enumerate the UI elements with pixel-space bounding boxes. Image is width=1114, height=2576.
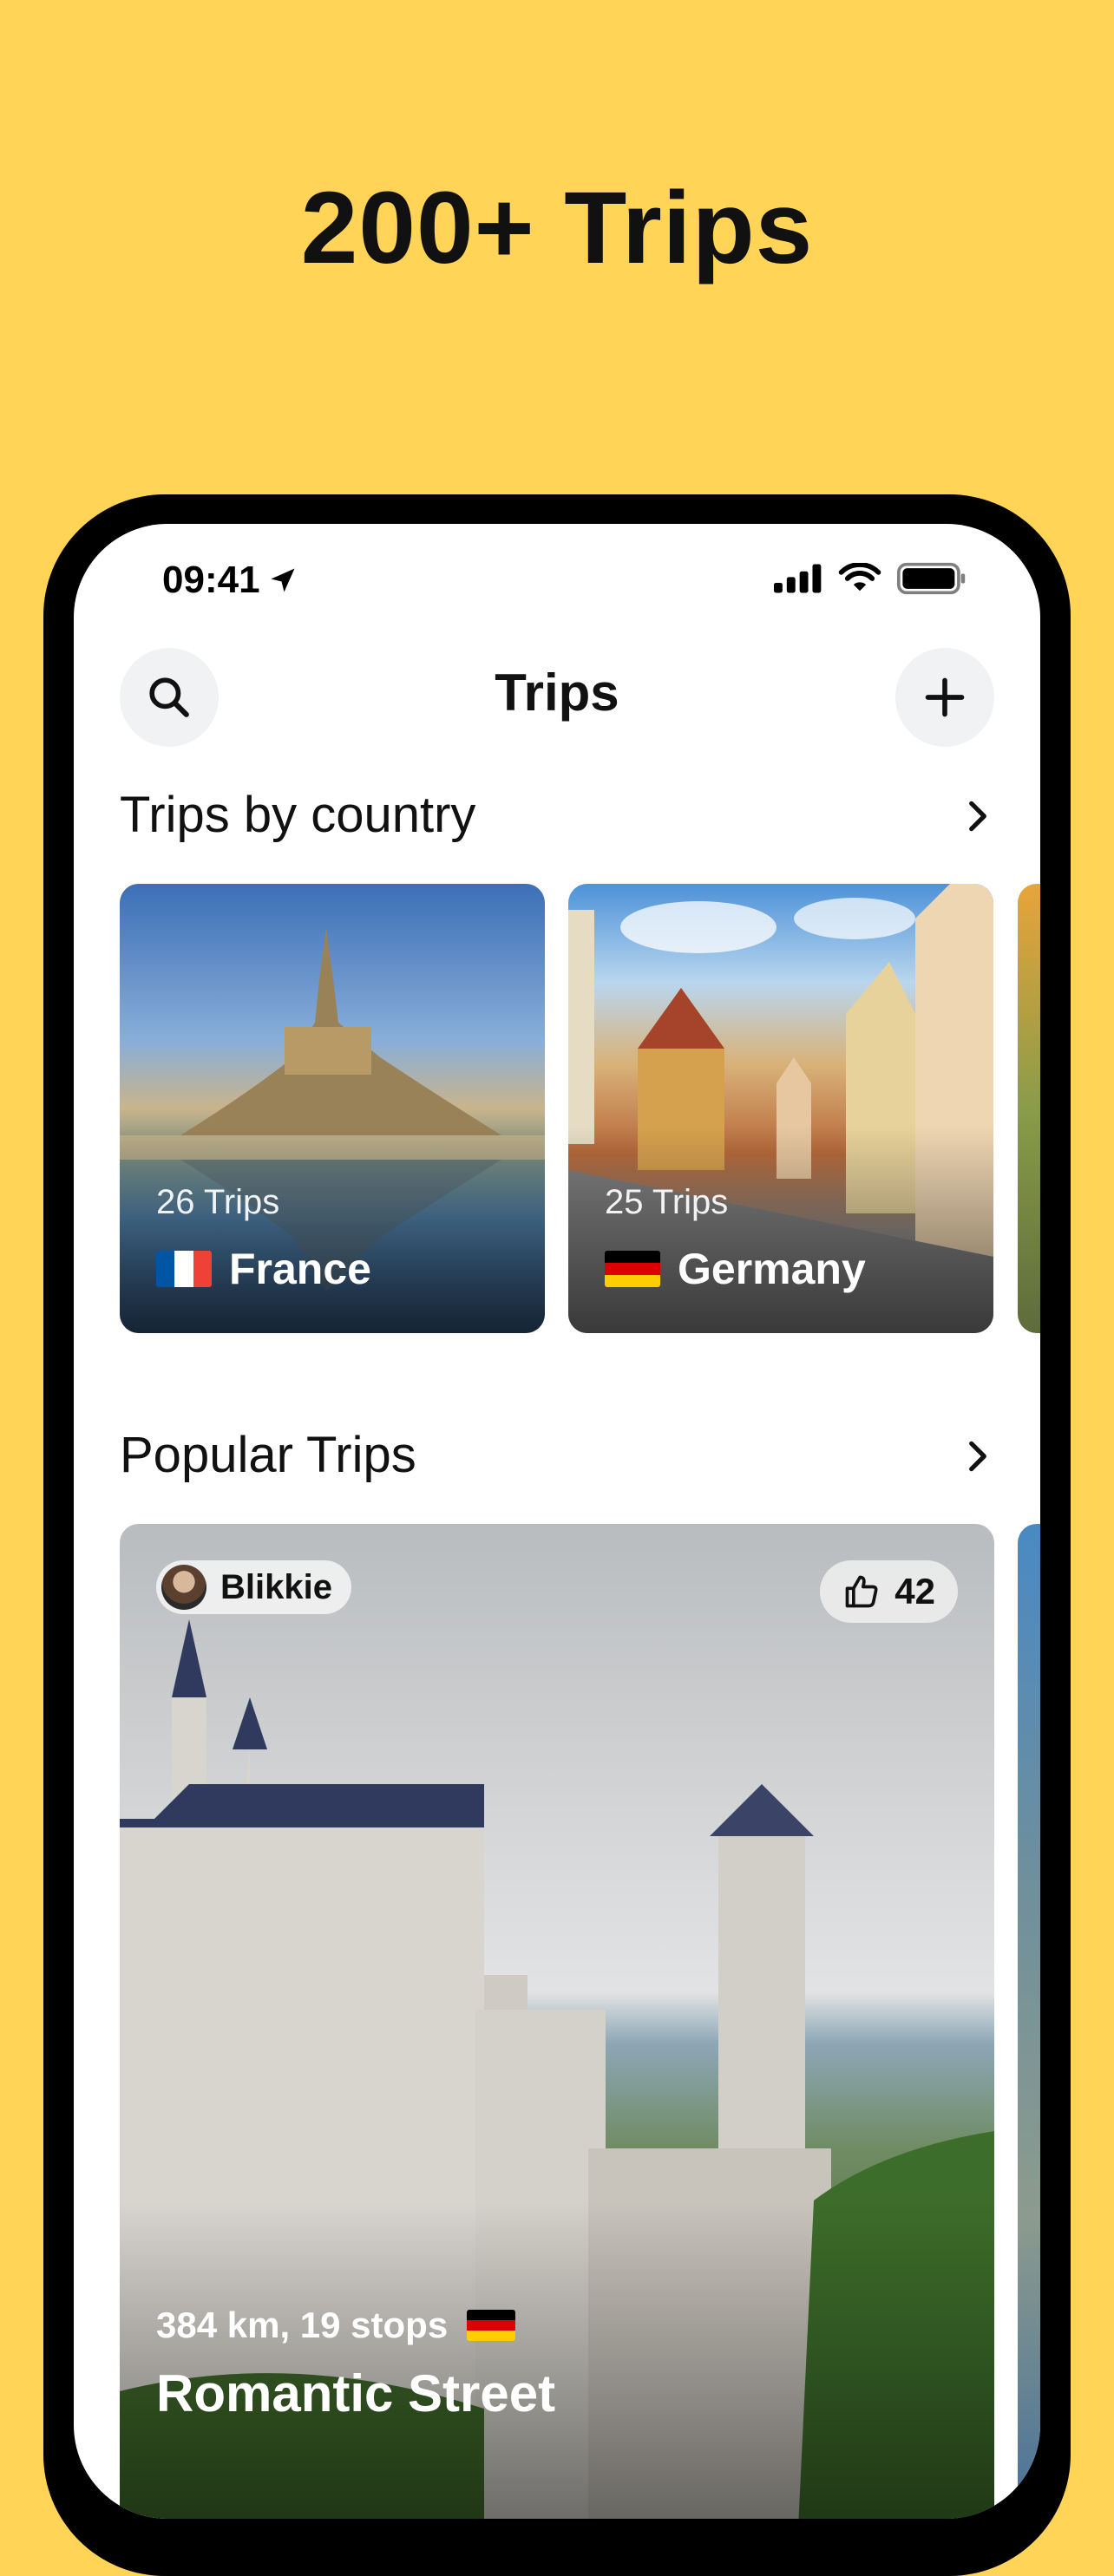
country-label: Germany xyxy=(605,1244,866,1294)
card-gradient xyxy=(568,1125,993,1333)
location-arrow-icon xyxy=(271,568,295,592)
country-card-peek[interactable] xyxy=(1018,884,1040,1333)
trips-by-country-heading: Trips by country xyxy=(120,787,476,843)
add-trip-button[interactable] xyxy=(895,648,994,747)
popular-trips-heading: Popular Trips xyxy=(120,1427,416,1483)
country-trip-count: 25 Trips xyxy=(605,1183,729,1221)
wifi-icon xyxy=(838,563,881,592)
country-card-germany[interactable]: 25 Trips Germany xyxy=(568,884,993,1333)
popular-trip-card[interactable]: Blikkie 42 384 km, 19 stops Romantic Str… xyxy=(120,1524,994,2519)
phone-screen: 09:41 Trips Trips by country 26 Trips Fr… xyxy=(74,524,1040,2519)
trip-distance-stops: 384 km, 19 stops xyxy=(156,2305,449,2345)
trip-name: Romantic Street xyxy=(156,2364,556,2422)
status-time-text: 09:41 xyxy=(162,559,260,601)
trip-meta: 384 km, 19 stops xyxy=(156,2305,516,2346)
popular-trip-card-peek[interactable] xyxy=(1018,1524,1040,2519)
cellular-signal-icon xyxy=(774,564,822,593)
avatar xyxy=(161,1565,206,1610)
thumbs-up-icon xyxy=(845,1575,878,1608)
like-count: 42 xyxy=(894,1571,935,1612)
country-name-text: Germany xyxy=(678,1245,866,1293)
author-name: Blikkie xyxy=(220,1567,332,1606)
country-name-text: France xyxy=(229,1245,371,1293)
flag-france-icon xyxy=(156,1251,212,1287)
country-trip-count: 26 Trips xyxy=(156,1183,280,1221)
plus-icon xyxy=(925,677,965,717)
like-button[interactable]: 42 xyxy=(820,1560,958,1623)
country-card-france[interactable]: 26 Trips France xyxy=(120,884,545,1333)
card-gradient xyxy=(120,1125,545,1333)
popular-trips-chevron-icon[interactable] xyxy=(959,1435,997,1478)
promo-headline: 200+ Trips xyxy=(300,171,814,285)
flag-germany-icon xyxy=(467,2310,516,2341)
card-gradient xyxy=(120,2200,994,2519)
battery-icon xyxy=(897,562,966,595)
author-chip[interactable]: Blikkie xyxy=(156,1560,351,1614)
country-label: France xyxy=(156,1244,371,1294)
trips-by-country-chevron-icon[interactable] xyxy=(959,794,997,838)
status-bar-icons xyxy=(774,562,967,595)
flag-germany-icon xyxy=(605,1251,660,1287)
status-bar-time: 09:41 xyxy=(162,559,298,602)
